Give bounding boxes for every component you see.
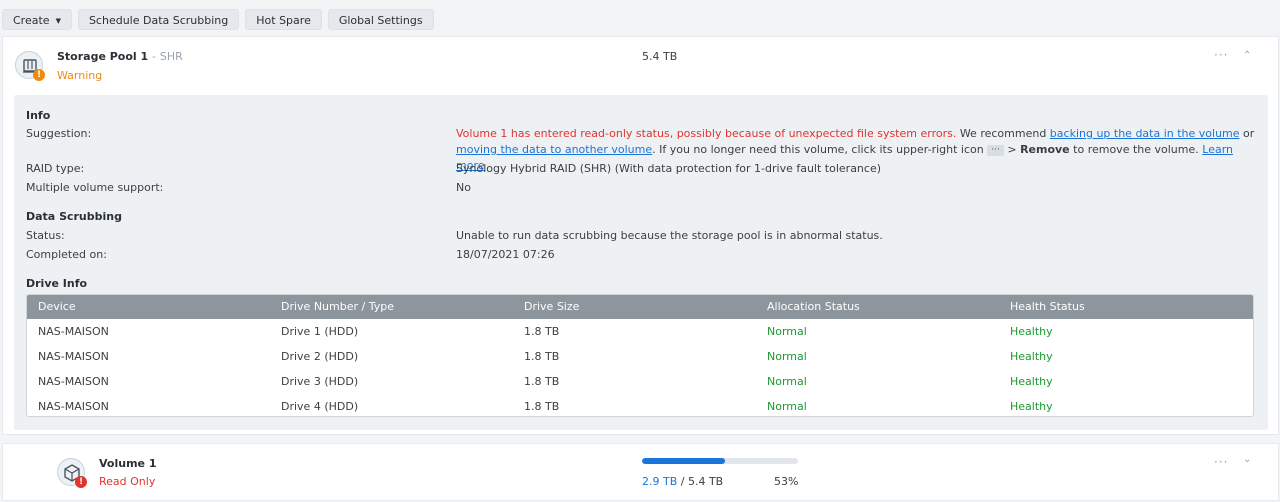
suggestion-text: . If you no longer need this volume, cli… [652,143,988,156]
pool-title: Storage Pool 1 - SHR [57,50,183,63]
scrubbing-status-label: Status: [26,229,65,242]
volume-usage-bar [642,458,798,464]
raid-type-label: RAID type: [26,162,85,175]
device-cell: NAS-MAISON [38,400,109,413]
health-status-cell: Healthy [1010,400,1053,413]
table-row[interactable]: NAS-MAISON Drive 3 (HDD) 1.8 TB Normal H… [27,369,1253,394]
pool-separator: - [152,50,157,63]
info-section-title: Info [26,109,51,122]
drive-info-table: Device Drive Number / Type Drive Size Al… [26,294,1254,417]
device-cell: NAS-MAISON [38,350,109,363]
suggestion-text: to remove the volume. [1069,143,1203,156]
table-row[interactable]: NAS-MAISON Drive 4 (HDD) 1.8 TB Normal H… [27,394,1253,416]
backup-data-link[interactable]: backing up the data in the volume [1050,127,1240,140]
health-status-cell: Healthy [1010,325,1053,338]
drive-number-cell: Drive 4 (HDD) [281,400,359,413]
pool-details: Info Suggestion: Volume 1 has entered re… [14,95,1268,430]
allocation-status-cell: Normal [767,325,807,338]
drive-number-cell: Drive 2 (HDD) [281,350,359,363]
raid-type-value: Synology Hybrid RAID (SHR) (With data pr… [456,162,882,175]
volume-used: 2.9 TB [642,475,678,488]
suggestion-text: > [1003,143,1021,156]
hot-spare-button[interactable]: Hot Spare [245,9,322,30]
allocation-status-cell: Normal [767,350,807,363]
drive-info-section-title: Drive Info [26,277,88,290]
health-status-cell: Healthy [1010,375,1053,388]
column-header-health-status[interactable]: Health Status [999,295,1242,319]
completed-on-value: 18/07/2021 07:26 [456,248,555,261]
pool-type: SHR [159,50,183,63]
caret-down-icon: ▼ [55,17,61,25]
volume-usage-separator: / [677,475,688,488]
column-header-drive-number[interactable]: Drive Number / Type [270,295,513,319]
multi-volume-label: Multiple volume support: [26,181,164,194]
table-row[interactable]: NAS-MAISON Drive 1 (HDD) 1.8 TB Normal H… [27,319,1253,344]
move-data-link[interactable]: moving the data to another volume [456,143,652,156]
scrubbing-status-value: Unable to run data scrubbing because the… [456,229,883,242]
suggestion-error-text: Volume 1 has entered read-only status, p… [456,127,957,140]
storage-pool-card: ! Storage Pool 1 - SHR Warning 5.4 TB ··… [2,36,1279,435]
chevron-up-icon[interactable]: ⌃ [1243,50,1251,61]
more-options-icon[interactable]: ··· [1214,455,1228,469]
more-options-inline-icon: ··· [987,145,1004,156]
warning-badge-icon: ! [33,69,45,81]
device-cell: NAS-MAISON [38,375,109,388]
volume-title: Volume 1 [99,457,157,470]
drive-size-cell: 1.8 TB [524,400,560,413]
volume-card: ! Volume 1 Read Only 2.9 TB / 5.4 TB 53%… [2,443,1279,501]
drive-size-cell: 1.8 TB [524,350,560,363]
more-options-icon[interactable]: ··· [1214,48,1228,62]
column-header-allocation-status[interactable]: Allocation Status [756,295,999,319]
schedule-data-scrubbing-button[interactable]: Schedule Data Scrubbing [77,9,240,30]
suggestion-text: We recommend [956,127,1050,140]
multi-volume-value: No [456,181,471,194]
volume-usage-text: 2.9 TB / 5.4 TB [642,475,723,488]
global-settings-button[interactable]: Global Settings [327,9,434,30]
allocation-status-cell: Normal [767,400,807,413]
pool-name: Storage Pool 1 [57,50,149,63]
remove-text: Remove [1020,143,1070,156]
create-button[interactable]: Create ▼ [2,9,72,30]
drive-size-cell: 1.8 TB [524,375,560,388]
drive-number-cell: Drive 3 (HDD) [281,375,359,388]
volume-status: Read Only [99,475,156,488]
column-header-drive-size[interactable]: Drive Size [513,295,756,319]
toolbar: Create ▼ Schedule Data Scrubbing Hot Spar… [2,9,434,31]
device-cell: NAS-MAISON [38,325,109,338]
pool-status: Warning [57,69,103,82]
column-header-device[interactable]: Device [27,295,270,319]
volume-usage-fill [642,458,725,464]
drive-size-cell: 1.8 TB [524,325,560,338]
drive-number-cell: Drive 1 (HDD) [281,325,359,338]
data-scrubbing-section-title: Data Scrubbing [26,210,122,223]
volume-usage-percent: 53% [774,475,799,488]
volume-total: 5.4 TB [687,475,724,488]
create-button-label: Create [13,14,50,27]
chevron-down-icon[interactable]: ⌄ [1243,454,1251,465]
suggestion-text: or [1239,127,1255,140]
health-status-cell: Healthy [1010,350,1053,363]
pool-size: 5.4 TB [642,50,678,63]
suggestion-label: Suggestion: [26,127,92,140]
completed-on-label: Completed on: [26,248,107,261]
table-header: Device Drive Number / Type Drive Size Al… [27,295,1253,319]
allocation-status-cell: Normal [767,375,807,388]
error-badge-icon: ! [75,476,87,488]
table-row[interactable]: NAS-MAISON Drive 2 (HDD) 1.8 TB Normal H… [27,344,1253,369]
